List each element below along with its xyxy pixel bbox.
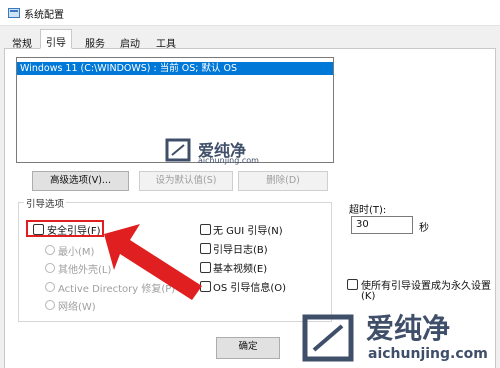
- timeout-unit: 秒: [419, 223, 429, 234]
- timeout-label: 超时(T):: [349, 205, 387, 216]
- advanced-options-button[interactable]: 高级选项(V)...: [32, 171, 129, 191]
- set-default-button[interactable]: 设为默认值(S): [139, 171, 233, 191]
- title-bar: [0, 0, 500, 26]
- network-radio[interactable]: [45, 300, 55, 310]
- tab-startup[interactable]: 启动: [114, 32, 146, 50]
- timeout-input[interactable]: 30: [351, 216, 413, 234]
- system-config-icon: [8, 8, 20, 18]
- os-list-item[interactable]: Windows 11 (C:\WINDOWS) : 当前 OS; 默认 OS: [17, 62, 333, 75]
- red-arrow-icon: [104, 224, 202, 300]
- watermark-brand-domain: aichunjing.com: [368, 346, 488, 362]
- delete-button[interactable]: 删除(D): [238, 171, 328, 191]
- permanent-label: 使所有引导设置成为永久设置: [361, 281, 491, 292]
- tab-tools[interactable]: 工具: [150, 32, 182, 50]
- ok-button[interactable]: 确定: [216, 337, 280, 359]
- watermark-brand-icon: [302, 314, 354, 362]
- minimal-radio[interactable]: [45, 245, 55, 255]
- minimal-label: 最小(M): [58, 247, 95, 258]
- tab-boot[interactable]: 引导: [40, 29, 72, 49]
- window-title: 系统配置: [24, 10, 64, 21]
- watermark-brand-name: 爱纯净: [366, 312, 451, 345]
- watermark-domain: aichunjing.com: [198, 156, 259, 165]
- tab-strip-line: [4, 48, 496, 49]
- boot-log-label: 引导日志(B): [213, 245, 268, 256]
- watermark-logo-icon: [165, 138, 191, 162]
- safe-boot-checkbox[interactable]: [33, 224, 44, 235]
- tab-services[interactable]: 服务: [79, 32, 111, 50]
- active-directory-radio[interactable]: [45, 282, 55, 292]
- safe-boot-label: 安全引导(F): [47, 226, 101, 237]
- base-video-label: 基本视频(E): [213, 264, 268, 275]
- boot-options-label: 引导选项: [24, 196, 67, 210]
- network-label: 网络(W): [58, 302, 96, 313]
- no-gui-label: 无 GUI 引导(N): [213, 226, 283, 237]
- permanent-checkbox[interactable]: [347, 279, 358, 290]
- permanent-label-key: (K): [361, 291, 376, 302]
- other-shell-radio[interactable]: [45, 263, 55, 273]
- os-info-label: OS 引导信息(O): [213, 283, 287, 294]
- tab-general[interactable]: 常规: [6, 32, 38, 50]
